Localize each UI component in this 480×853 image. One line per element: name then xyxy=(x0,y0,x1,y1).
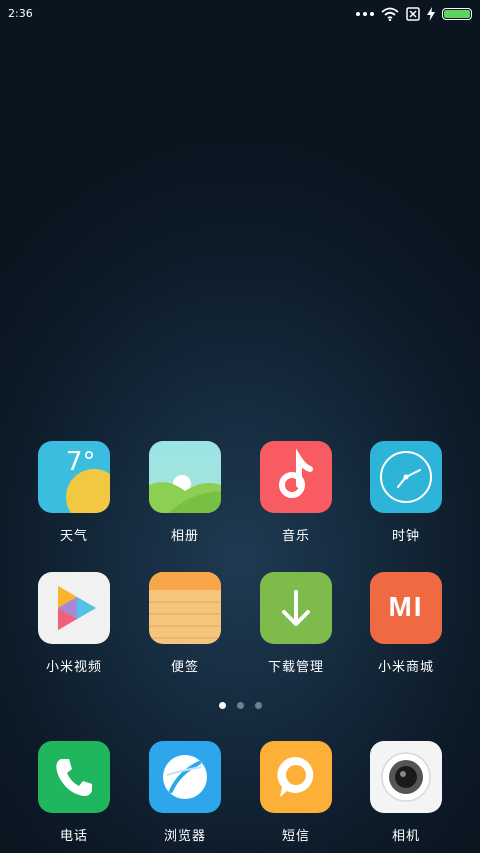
app-clock[interactable]: 时钟 xyxy=(358,441,454,544)
download-arrow-icon xyxy=(260,572,332,644)
more-dots-icon xyxy=(356,12,374,16)
weather-temperature: 7° xyxy=(66,447,96,477)
play-icon xyxy=(38,572,110,644)
page-dot[interactable] xyxy=(236,702,244,709)
status-icons xyxy=(356,5,472,23)
mi-logo-text: MI xyxy=(388,591,424,622)
camera-lens-icon xyxy=(370,741,442,813)
app-gallery[interactable]: 相册 xyxy=(137,441,233,544)
app-label: 便签 xyxy=(170,660,199,675)
charging-icon xyxy=(427,7,435,21)
phone-icon xyxy=(38,741,110,813)
notepad-icon xyxy=(149,572,221,644)
no-sim-icon xyxy=(406,7,420,21)
app-weather[interactable]: 7° 天气 xyxy=(26,441,122,544)
app-label: 电话 xyxy=(59,829,88,844)
weather-icon: 7° xyxy=(38,441,110,513)
wifi-icon xyxy=(381,7,399,21)
app-mi-video[interactable]: 小米视频 xyxy=(26,572,122,675)
app-label: 音乐 xyxy=(281,529,310,544)
browser-globe-icon xyxy=(149,741,221,813)
app-label: 相机 xyxy=(391,829,420,844)
app-label: 天气 xyxy=(59,529,88,544)
battery-icon xyxy=(442,8,472,20)
mi-logo-icon: MI xyxy=(370,572,442,644)
music-note-icon xyxy=(260,441,332,513)
dock-camera[interactable]: 相机 xyxy=(358,741,454,844)
dock-browser[interactable]: 浏览器 xyxy=(137,741,233,844)
app-downloads[interactable]: 下载管理 xyxy=(248,572,344,675)
page-dot[interactable] xyxy=(218,702,226,709)
clock-icon xyxy=(370,441,442,513)
app-music[interactable]: 音乐 xyxy=(248,441,344,544)
app-label: 小米视频 xyxy=(45,660,102,675)
page-indicator xyxy=(0,702,480,709)
dock-phone[interactable]: 电话 xyxy=(26,741,122,844)
page-dot[interactable] xyxy=(254,702,262,709)
app-notes[interactable]: 便签 xyxy=(137,572,233,675)
status-time: 2:36 xyxy=(8,7,33,20)
status-bar: 2:36 xyxy=(0,0,480,28)
app-label: 浏览器 xyxy=(163,829,206,844)
message-bubble-icon xyxy=(260,741,332,813)
app-label: 小米商城 xyxy=(377,660,434,675)
app-mi-store[interactable]: MI 小米商城 xyxy=(358,572,454,675)
dock-messages[interactable]: 短信 xyxy=(248,741,344,844)
gallery-icon xyxy=(149,441,221,513)
app-label: 下载管理 xyxy=(267,660,324,675)
app-label: 时钟 xyxy=(391,529,420,544)
app-label: 相册 xyxy=(170,529,199,544)
app-label: 短信 xyxy=(281,829,310,844)
